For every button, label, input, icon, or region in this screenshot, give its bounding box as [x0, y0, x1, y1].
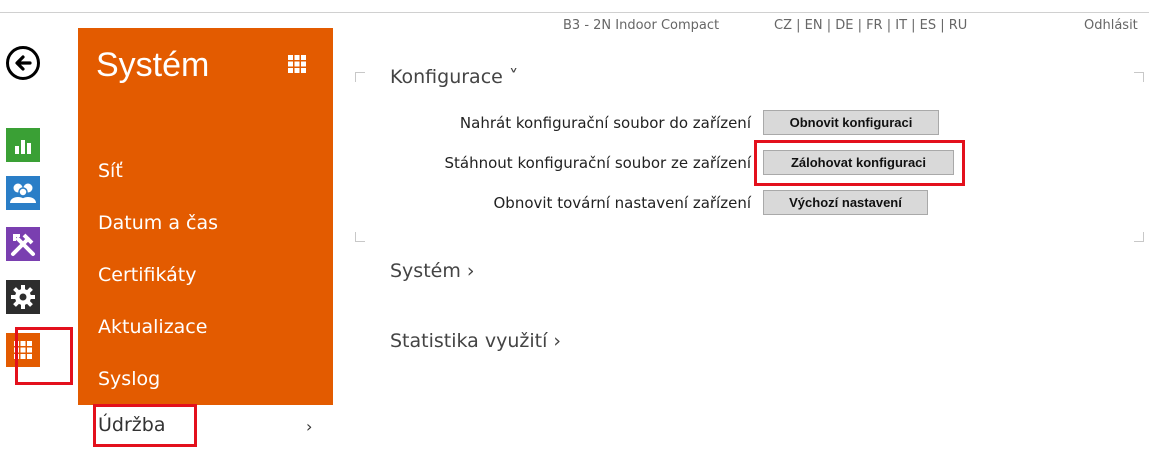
section-frame-corner [1134, 232, 1144, 242]
logout-link[interactable]: Odhlásit [1084, 18, 1138, 33]
hardware-menu-button[interactable] [6, 227, 40, 261]
section-system[interactable]: Systém › [390, 260, 475, 282]
grid-icon[interactable] [287, 54, 307, 74]
sidebar-item-aktualizace[interactable]: Aktualizace [98, 316, 207, 338]
sidebar-item-syslog[interactable]: Syslog [98, 368, 160, 390]
sidebar-title: Systém [96, 46, 210, 84]
highlight-udrzba [93, 404, 197, 447]
sidebar-item-datum-a-cas[interactable]: Datum a čas [98, 212, 218, 234]
section-frame-corner [1134, 72, 1144, 82]
users-icon [10, 183, 36, 203]
language-selector[interactable]: CZ | EN | DE | FR | IT | ES | RU [774, 18, 967, 33]
directory-menu-button[interactable] [6, 176, 40, 210]
device-name: B3 - 2N Indoor Compact [563, 18, 720, 33]
section-frame-corner [355, 232, 365, 242]
section-frame-corner [355, 72, 365, 82]
section-konfigurace[interactable]: Konfigurace ˅ [390, 66, 518, 88]
services-menu-button[interactable] [6, 280, 40, 314]
row-label-upload-config: Nahrát konfigurační soubor do zařízení [459, 114, 751, 132]
tools-icon [11, 233, 35, 256]
chevron-right-icon: › [306, 417, 313, 436]
status-menu-button[interactable] [6, 128, 40, 162]
sidebar-item-sit[interactable]: Síť [98, 160, 123, 182]
highlight-system-tile [15, 327, 73, 385]
factory-reset-button[interactable]: Výchozí nastavení [763, 190, 928, 215]
top-divider [0, 12, 1149, 13]
section-statistika-vyuziti[interactable]: Statistika využití › [390, 330, 561, 352]
row-label-factory-reset: Obnovit tovární nastavení zařízení [493, 194, 752, 212]
gear-icon [11, 285, 35, 309]
highlight-backup-button [754, 140, 965, 186]
back-button[interactable] [6, 46, 40, 80]
bar-chart-icon [15, 140, 31, 154]
row-label-download-config: Stáhnout konfigurační soubor ze zařízení [444, 154, 751, 172]
restore-config-button[interactable]: Obnovit konfiguraci [763, 110, 939, 135]
back-arrow-icon [15, 55, 32, 71]
sidebar-item-certifikaty[interactable]: Certifikáty [98, 264, 196, 286]
